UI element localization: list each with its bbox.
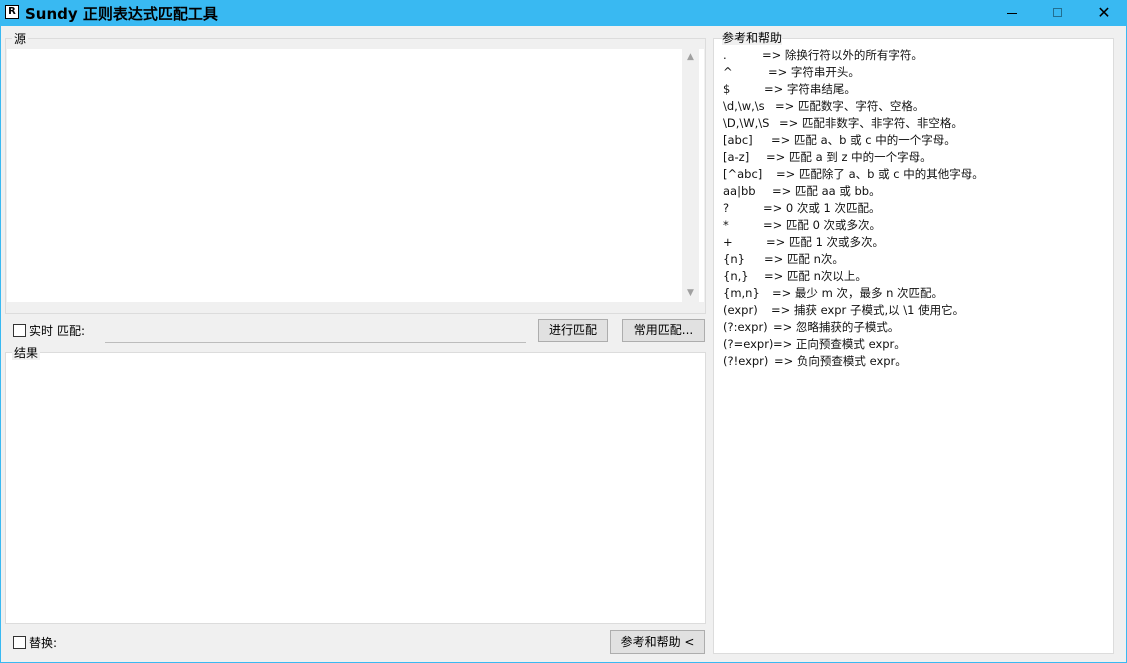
- help-line: [a-z] => 匹配 a 到 z 中的一个字母。: [723, 150, 932, 164]
- minimize-icon: [1007, 13, 1017, 14]
- source-textarea[interactable]: [7, 49, 704, 302]
- help-pattern: .: [723, 48, 727, 62]
- help-line: (?!expr) => 负向预查模式 expr。: [723, 354, 907, 368]
- pattern-input[interactable]: [105, 324, 526, 343]
- help-line: (?=expr) => 正向预查模式 expr。: [723, 337, 906, 351]
- help-description: => 匹配 0 次或多次。: [763, 218, 882, 232]
- help-pattern: [abc]: [723, 133, 753, 147]
- help-line: $ => 字符串结尾。: [723, 82, 856, 96]
- close-icon: ✕: [1097, 3, 1111, 22]
- result-textarea[interactable]: [7, 362, 704, 622]
- help-pattern: ?: [723, 201, 730, 215]
- app-icon: R: [5, 5, 19, 19]
- help-line: [abc] => 匹配 a、b 或 c 中的一个字母。: [723, 133, 956, 147]
- help-description: => 0 次或 1 次匹配。: [763, 201, 881, 215]
- help-description: => 匹配除了 a、b 或 c 中的其他字母。: [776, 167, 984, 181]
- help-line: * => 匹配 0 次或多次。: [723, 218, 881, 232]
- source-label: 源: [12, 32, 29, 46]
- help-description: => 最少 m 次，最多 n 次匹配。: [772, 286, 944, 300]
- help-line: {n} => 匹配 n次。: [723, 252, 844, 266]
- help-description: => 忽略捕获的子模式。: [773, 320, 900, 334]
- help-description: => 字符串结尾。: [764, 82, 856, 96]
- help-pattern: (?!expr): [723, 354, 769, 368]
- source-scrollbar[interactable]: ▲ ▼: [682, 49, 699, 302]
- help-pattern: \D,\W,\S: [723, 116, 770, 130]
- help-pattern: {m,n}: [723, 286, 760, 300]
- help-toggle-button[interactable]: 参考和帮助 <: [610, 630, 705, 654]
- help-description: => 匹配 aa 或 bb。: [772, 184, 881, 198]
- help-title: 参考和帮助: [722, 31, 783, 45]
- help-line: (?:expr) => 忽略捕获的子模式。: [723, 320, 899, 334]
- help-line: \D,\W,\S => 匹配非数字、非字符、非空格。: [723, 116, 963, 130]
- realtime-checkbox[interactable]: [13, 324, 26, 337]
- window-title: Sundy 正则表达式匹配工具: [25, 5, 218, 23]
- scroll-down-icon[interactable]: ▼: [682, 285, 699, 302]
- help-description: => 负向预查模式 expr。: [774, 354, 907, 368]
- help-pattern: {n}: [723, 252, 745, 266]
- help-line: aa|bb => 匹配 aa 或 bb。: [723, 184, 881, 198]
- help-description: => 匹配 a 到 z 中的一个字母。: [766, 150, 932, 164]
- close-button[interactable]: ✕: [1081, 0, 1127, 26]
- run-match-button[interactable]: 进行匹配: [538, 319, 608, 342]
- help-line: + => 匹配 1 次或多次。: [723, 235, 884, 249]
- scroll-up-icon[interactable]: ▲: [682, 49, 699, 66]
- help-pattern: \d,\w,\s: [723, 99, 765, 113]
- help-line: \d,\w,\s => 匹配数字、字符、空格。: [723, 99, 924, 113]
- help-description: => 匹配 n次。: [764, 252, 844, 266]
- help-pattern: [^abc]: [723, 167, 763, 181]
- help-description: => 匹配非数字、非字符、非空格。: [779, 116, 963, 130]
- help-pattern: $: [723, 82, 731, 96]
- help-description: => 匹配 n次以上。: [764, 269, 867, 283]
- help-description: => 匹配 1 次或多次。: [766, 235, 885, 249]
- help-line: {m,n} => 最少 m 次，最多 n 次匹配。: [723, 286, 943, 300]
- title-bar[interactable]: R Sundy 正则表达式匹配工具 ✕: [0, 0, 1127, 26]
- help-pattern: +: [723, 235, 733, 249]
- replace-checkbox[interactable]: [13, 636, 26, 649]
- help-pattern: {n,}: [723, 269, 749, 283]
- match-label: 匹配:: [57, 324, 86, 338]
- help-line: ^ => 字符串开头。: [723, 65, 860, 79]
- help-pattern: [a-z]: [723, 150, 750, 164]
- help-line: . => 除换行符以外的所有字符。: [723, 48, 923, 62]
- help-description: => 除换行符以外的所有字符。: [762, 48, 923, 62]
- help-description: => 匹配 a、b 或 c 中的一个字母。: [771, 133, 956, 147]
- help-pattern: ^: [723, 65, 733, 79]
- realtime-label: 实时: [29, 324, 54, 338]
- minimize-button[interactable]: [989, 0, 1035, 26]
- maximize-icon: [1053, 8, 1062, 17]
- help-pattern: (?=expr): [723, 337, 774, 351]
- help-description: => 字符串开头。: [768, 65, 860, 79]
- help-pattern: aa|bb: [723, 184, 756, 198]
- help-line: [^abc] => 匹配除了 a、b 或 c 中的其他字母。: [723, 167, 984, 181]
- common-match-button[interactable]: 常用匹配...: [622, 319, 705, 342]
- help-line: {n,} => 匹配 n次以上。: [723, 269, 867, 283]
- help-pattern: (expr): [723, 303, 758, 317]
- help-description: => 正向预查模式 expr。: [773, 337, 906, 351]
- help-line: (expr) => 捕获 expr 子模式,以 \1 使用它。: [723, 303, 964, 317]
- help-line: ? => 0 次或 1 次匹配。: [723, 201, 881, 215]
- help-pattern: *: [723, 218, 729, 232]
- maximize-button[interactable]: [1035, 0, 1081, 26]
- help-pattern: (?:expr): [723, 320, 768, 334]
- result-label: 结果: [12, 346, 41, 360]
- help-description: => 匹配数字、字符、空格。: [775, 99, 925, 113]
- help-description: => 捕获 expr 子模式,以 \1 使用它。: [771, 303, 965, 317]
- replace-label: 替换:: [29, 636, 58, 650]
